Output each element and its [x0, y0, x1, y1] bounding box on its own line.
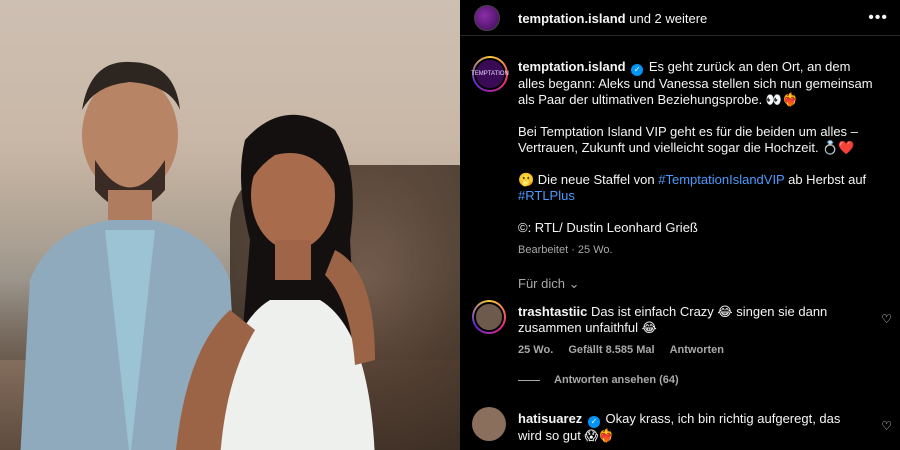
comment-filter-label: Für dich	[518, 276, 565, 291]
comment-likes[interactable]: Gefällt 8.585 Mal	[568, 344, 654, 356]
verified-icon: ✓	[587, 416, 600, 428]
comment-text: trashtastiic Das ist einfach Crazy 😂 sin…	[518, 304, 858, 336]
woman-figure	[176, 114, 375, 450]
comment-text: hatisuarez ✓ Okay krass, ich bin richtig…	[518, 411, 858, 444]
comment-avatar[interactable]	[472, 407, 506, 441]
header-username[interactable]: temptation.island	[518, 11, 626, 26]
hashtag-link[interactable]: #TemptationIslandVIP	[658, 172, 784, 187]
verified-icon: ✓	[631, 64, 644, 76]
caption-edited: Bearbeitet · 25 Wo.	[518, 244, 613, 256]
comment-username[interactable]: hatisuarez	[518, 411, 582, 426]
comment-age[interactable]: 25 Wo.	[518, 344, 553, 356]
hashtag-link[interactable]: #RTLPlus	[518, 188, 575, 203]
comment-avatar[interactable]	[472, 300, 506, 334]
view-replies-label: Antworten ansehen (64)	[554, 374, 679, 386]
heart-icon[interactable]: ♡	[881, 419, 892, 433]
caption: temptation.island ✓ Es geht zurück an de…	[518, 59, 878, 258]
heart-icon[interactable]: ♡	[881, 312, 892, 326]
chevron-down-icon: ⌄	[568, 276, 580, 291]
comment-username[interactable]: trashtastiic	[518, 304, 587, 319]
caption-para3-mid: ab Herbst auf	[784, 172, 867, 187]
caption-para3-prefix: 🫢 Die neue Staffel von	[518, 172, 659, 187]
post-panel: temptation.island und 2 weitere ••• TEMP…	[460, 0, 900, 450]
more-options-icon[interactable]: •••	[868, 9, 888, 27]
caption-credit: ©: RTL/ Dustin Leonhard Grieß	[518, 220, 698, 235]
reply-button[interactable]: Antworten	[670, 344, 724, 356]
comment-item: trashtastiic Das ist einfach Crazy 😂 sin…	[472, 300, 892, 360]
caption-para2: Bei Temptation Island VIP geht es für di…	[518, 124, 858, 155]
view-replies-button[interactable]: Antworten ansehen (64)	[518, 374, 679, 386]
caption-username[interactable]: temptation.island	[518, 59, 626, 74]
comment-filter-dropdown[interactable]: Für dich ⌄	[518, 276, 580, 292]
comment-item: hatisuarez ✓ Okay krass, ich bin richtig…	[472, 407, 892, 450]
post-image[interactable]	[0, 0, 460, 450]
post-header: temptation.island und 2 weitere •••	[460, 0, 900, 36]
comment-meta: 25 Wo. Gefällt 8.585 Mal Antworten	[518, 344, 736, 356]
header-title[interactable]: temptation.island und 2 weitere	[518, 11, 707, 26]
divider-line	[518, 379, 540, 381]
header-avatar[interactable]	[474, 5, 500, 31]
header-suffix: und 2 weitere	[625, 11, 708, 26]
caption-avatar[interactable]: TEMPTATION	[471, 56, 509, 92]
